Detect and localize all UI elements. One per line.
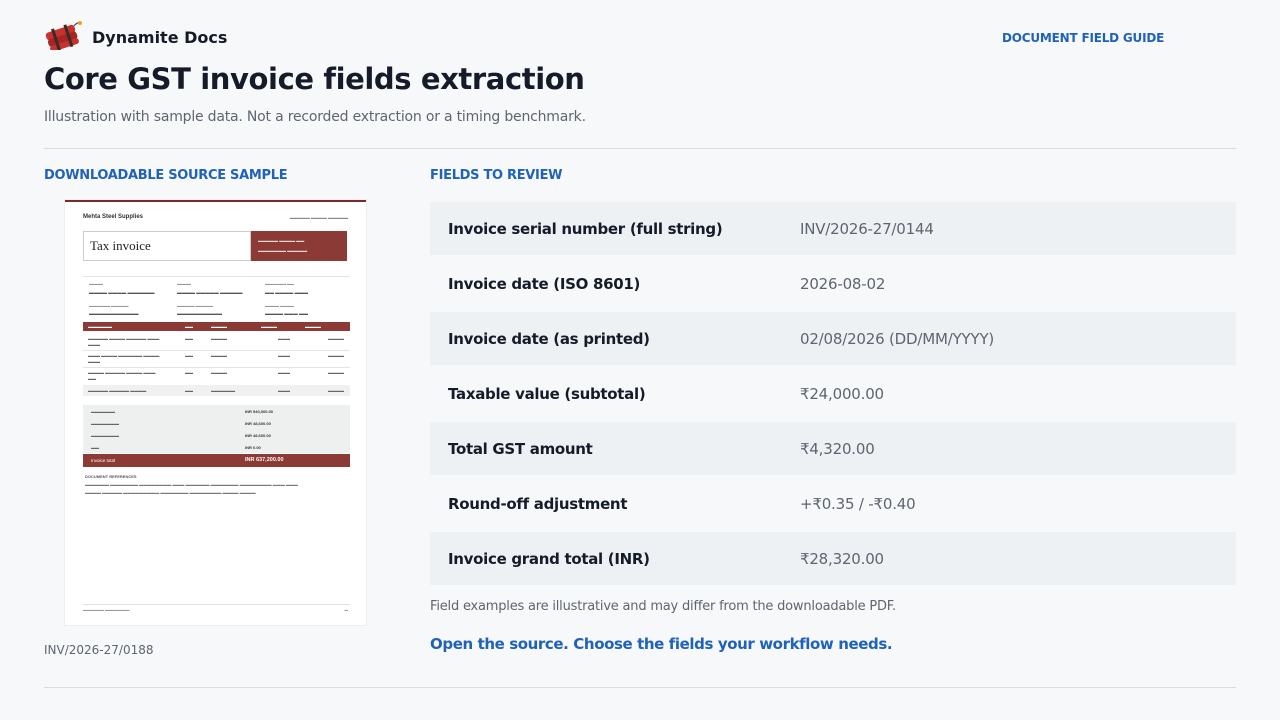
field-value: ₹28,320.00 (800, 549, 884, 568)
field-value: ₹4,320.00 (800, 439, 875, 458)
fields-disclaimer: Field examples are illustrative and may … (430, 599, 896, 614)
field-value: ₹24,000.00 (800, 384, 884, 403)
field-label: Invoice grand total (INR) (448, 549, 650, 568)
brand-name: Dynamite Docs (92, 27, 228, 47)
field-row: Invoice grand total (INR) ₹28,320.00 (430, 532, 1236, 585)
divider-top (44, 148, 1236, 149)
preview-invoice-total: Invoice total INR 637,200.00 (83, 454, 350, 467)
dynamite-icon (44, 20, 82, 54)
preview-company: Mehta Steel Supplies (83, 214, 144, 220)
field-row: Invoice date (ISO 8601) 2026-08-02 (430, 257, 1236, 310)
page-subtitle: Illustration with sample data. Not a rec… (44, 109, 586, 125)
fields-heading: FIELDS TO REVIEW (430, 168, 563, 183)
field-row: Invoice date (as printed) 02/08/2026 (DD… (430, 312, 1236, 365)
document-field-guide-link[interactable]: DOCUMENT FIELD GUIDE (1002, 31, 1164, 45)
source-doc-id: INV/2026-27/0188 (44, 643, 154, 657)
preview-summary: ▬▬▬▬▬▬ INR 540,000.00 ▬▬▬▬▬▬▬ INR 48,600.0… (83, 405, 350, 453)
field-value: 2026-08-02 (800, 274, 886, 293)
page-title: Core GST invoice fields extraction (44, 62, 585, 96)
divider-bottom (44, 687, 1236, 688)
preview-notes-heading: DOCUMENT REFERENCES (85, 474, 137, 479)
field-value: 02/08/2026 (DD/MM/YYYY) (800, 329, 995, 348)
preview-invoice-meta: ▬▬▬▬▬ ▬▬▬▬ ▬▬ ▬▬▬▬▬▬▬ ▬▬▬▬▬ (251, 231, 347, 261)
field-label: Invoice date (ISO 8601) (448, 274, 641, 293)
field-value: +₹0.35 / -₹0.40 (800, 494, 916, 513)
preview-rule (83, 276, 350, 277)
preview-header-ref: ▬▬▬▬▬ ▬▬▬▬ ▬▬▬▬▬ (289, 215, 348, 220)
preview-doc-title: Tax invoice (90, 238, 151, 253)
field-label: Invoice date (as printed) (448, 329, 650, 348)
preview-table-header: ▬▬▬▬▬▬ ▬▬ ▬▬▬▬ ▬▬▬▬ ▬▬▬▬ (83, 322, 350, 331)
field-value: INV/2026-27/0144 (800, 219, 934, 238)
field-row: Invoice serial number (full string) INV/… (430, 202, 1236, 255)
field-row: Total GST amount ₹4,320.00 (430, 422, 1236, 475)
source-sample-heading: DOWNLOADABLE SOURCE SAMPLE (44, 168, 288, 183)
field-label: Round-off adjustment (448, 494, 628, 513)
brand[interactable]: Dynamite Docs (44, 20, 227, 54)
fields-table: Invoice serial number (full string) INV/… (430, 202, 1236, 587)
preview-title-box: Tax invoice (83, 231, 251, 261)
field-row: Round-off adjustment +₹0.35 / -₹0.40 (430, 477, 1236, 530)
field-label: Invoice serial number (full string) (448, 219, 723, 238)
field-label: Total GST amount (448, 439, 593, 458)
open-source-cta[interactable]: Open the source. Choose the fields your … (430, 635, 893, 653)
field-label: Taxable value (subtotal) (448, 384, 646, 403)
source-document-preview[interactable]: Mehta Steel Supplies ▬▬▬▬▬ ▬▬▬▬ ▬▬▬▬▬ Ta… (65, 200, 366, 625)
field-row: Taxable value (subtotal) ₹24,000.00 (430, 367, 1236, 420)
